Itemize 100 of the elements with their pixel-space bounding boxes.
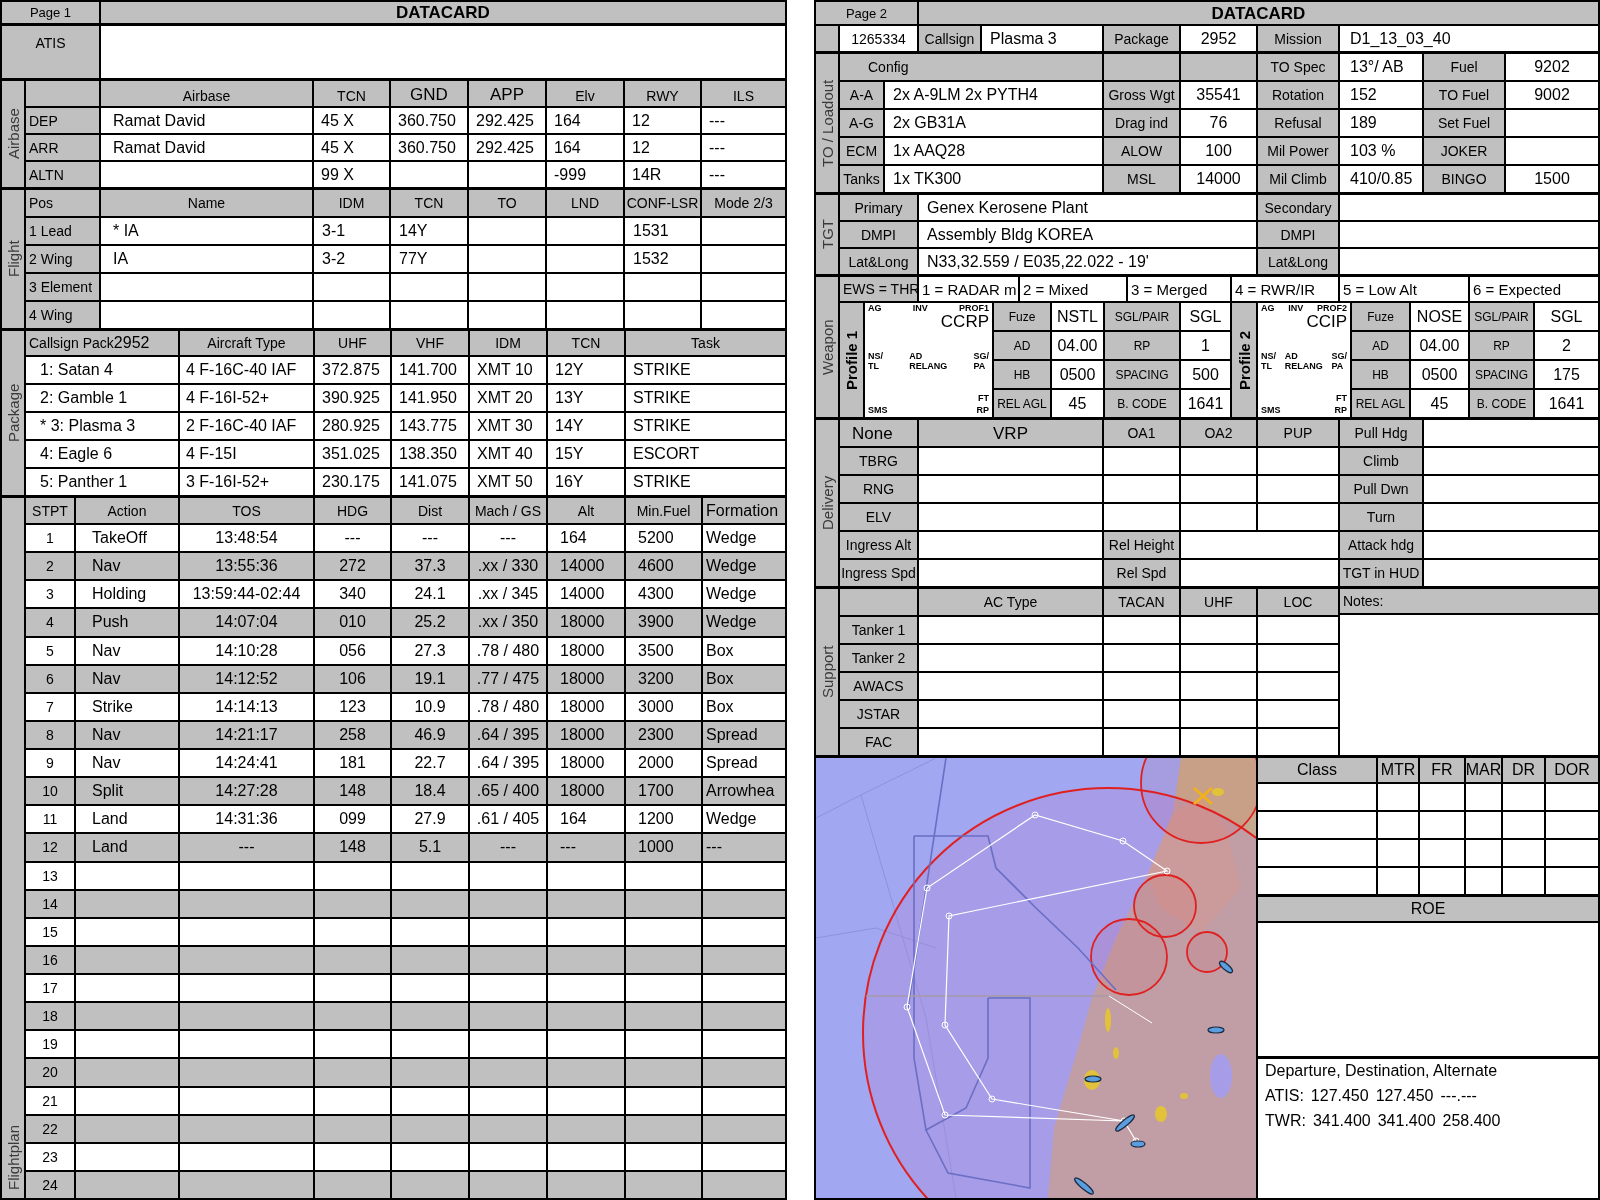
row-label: DEP bbox=[26, 108, 99, 133]
table-cell: 4600 bbox=[626, 553, 701, 580]
table-cell: XMT 30 bbox=[470, 413, 546, 439]
row-label: Tanker 1 bbox=[840, 617, 917, 643]
column-header: Action bbox=[76, 498, 178, 523]
column-header: DOR bbox=[1546, 758, 1598, 782]
table-cell: Land bbox=[76, 806, 178, 833]
field-label: Attack hdg bbox=[1340, 532, 1422, 558]
table-cell: --- bbox=[392, 525, 468, 552]
field-value: SGL bbox=[1181, 303, 1230, 330]
field-label: Refusal bbox=[1258, 110, 1338, 136]
column-header: TOS bbox=[180, 498, 313, 523]
table-cell: --- bbox=[470, 834, 546, 861]
sms-label: SG/ PA bbox=[973, 352, 989, 372]
table-cell: 18000 bbox=[548, 665, 624, 692]
field-value: 1 = RADAR m bbox=[919, 277, 1018, 301]
field-value: 3 = Merged bbox=[1128, 277, 1230, 301]
column-header: UHF bbox=[1181, 589, 1256, 615]
row-label: ATIS bbox=[2, 26, 99, 78]
field-value: 76 bbox=[1181, 110, 1256, 136]
column-header: FR bbox=[1420, 758, 1464, 782]
table-cell: .65 / 400 bbox=[470, 778, 546, 805]
table-cell: .77 / 475 bbox=[470, 665, 546, 692]
table-cell: 16Y bbox=[548, 469, 624, 495]
field-label: SGL/PAIR bbox=[1470, 303, 1533, 330]
table-cell: --- bbox=[470, 525, 546, 552]
field-value: 1641 bbox=[1535, 390, 1598, 417]
table-cell: 99 X bbox=[314, 162, 389, 187]
table-cell: 27.9 bbox=[392, 806, 468, 833]
table-cell: 16 bbox=[26, 946, 74, 973]
column-header: ILS bbox=[702, 81, 785, 106]
profile-label: Profile 1 bbox=[840, 303, 863, 417]
table-cell: 13:48:54 bbox=[180, 525, 313, 552]
table-cell: 3-1 bbox=[314, 218, 389, 244]
table-cell: 010 bbox=[315, 609, 390, 636]
empty-cell bbox=[1378, 784, 1418, 810]
table-cell: 23 bbox=[26, 1143, 74, 1170]
field-value: 2x GB31A bbox=[885, 110, 1102, 136]
column-header: TO bbox=[469, 190, 545, 216]
table-cell: Land bbox=[76, 834, 178, 861]
field-value: NOSE bbox=[1411, 303, 1468, 330]
section-label: Delivery bbox=[816, 420, 838, 586]
field-value: 14000 bbox=[1181, 166, 1256, 192]
table-cell: 2 F-16C-40 IAF bbox=[180, 413, 313, 439]
table-cell: Nav bbox=[76, 721, 178, 748]
field-label: SGL/PAIR bbox=[1105, 303, 1179, 330]
table-cell: 27.3 bbox=[392, 637, 468, 664]
table-cell: 18000 bbox=[548, 637, 624, 664]
field-value: 103 % bbox=[1340, 138, 1422, 164]
empty-cell bbox=[1546, 784, 1598, 810]
table-cell: 1531 bbox=[625, 218, 700, 244]
field-value: 175 bbox=[1535, 361, 1598, 388]
table-cell: --- bbox=[702, 135, 785, 160]
table-cell: Box bbox=[703, 693, 785, 720]
table-cell: 181 bbox=[315, 750, 390, 777]
field-value: 2x A-9LM 2x PYTH4 bbox=[885, 82, 1102, 108]
field-value: 4 = RWR/IR bbox=[1232, 277, 1338, 301]
frequency-label: ATIS: bbox=[1265, 1088, 1304, 1104]
frequency-value: 341.400 bbox=[1312, 1113, 1371, 1129]
field-label: Ingress Alt bbox=[840, 532, 917, 558]
table-cell: --- bbox=[548, 834, 624, 861]
column-header: LND bbox=[547, 190, 623, 216]
column-header: RWY bbox=[625, 81, 700, 106]
row-label: JSTAR bbox=[840, 701, 917, 727]
table-cell: Push bbox=[76, 609, 178, 636]
table-cell: 6 bbox=[26, 665, 74, 692]
page-label: Page 2 bbox=[816, 2, 917, 24]
field-label: TGT in HUD bbox=[1340, 560, 1422, 586]
table-cell: 14:21:17 bbox=[180, 721, 313, 748]
table-cell: 37.3 bbox=[392, 553, 468, 580]
table-cell: 14:12:52 bbox=[180, 665, 313, 692]
table-cell: 12 bbox=[625, 135, 700, 160]
table-cell: 3000 bbox=[626, 693, 701, 720]
sms-label: PROF2 bbox=[1317, 304, 1347, 313]
table-cell: IA bbox=[101, 246, 312, 272]
field-label: AD bbox=[1352, 332, 1409, 359]
table-cell: 164 bbox=[548, 806, 624, 833]
table-cell: 45 X bbox=[314, 108, 389, 133]
empty-cell bbox=[1503, 812, 1544, 838]
field-label: Rel Height bbox=[1104, 532, 1179, 558]
empty-cell bbox=[1546, 812, 1598, 838]
field-label: Lat&Long bbox=[840, 249, 917, 274]
empty-cell bbox=[1503, 784, 1544, 810]
sms-label: SMS bbox=[868, 406, 888, 415]
frequency-value: 341.400 bbox=[1377, 1113, 1436, 1129]
table-cell: TakeOff bbox=[76, 525, 178, 552]
field-label: MSL bbox=[1104, 166, 1179, 192]
empty-cell bbox=[1546, 840, 1598, 866]
field-value: 04.00 bbox=[1411, 332, 1468, 359]
table-cell: 099 bbox=[315, 806, 390, 833]
table-cell: 15Y bbox=[548, 441, 624, 467]
field-label: Fuze bbox=[994, 303, 1050, 330]
table-cell: 164 bbox=[547, 108, 623, 133]
table-cell: 148 bbox=[315, 834, 390, 861]
column-header: TCN bbox=[391, 190, 467, 216]
field-value: 45 bbox=[1052, 390, 1103, 417]
table-cell: 1 bbox=[26, 525, 74, 552]
table-cell: 372.875 bbox=[315, 357, 390, 383]
table-cell: 2000 bbox=[626, 750, 701, 777]
table-cell: Nav bbox=[76, 553, 178, 580]
